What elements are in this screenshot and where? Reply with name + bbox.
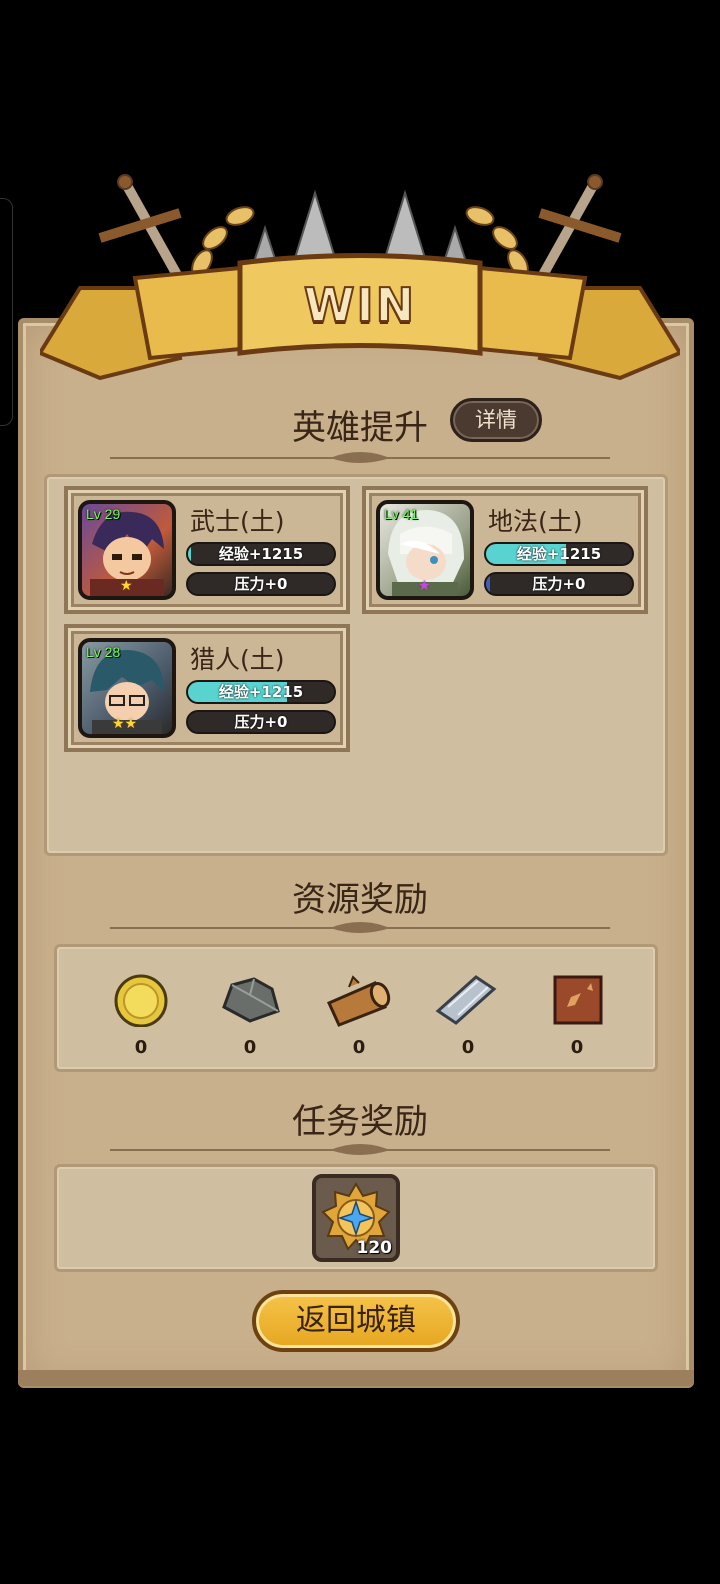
hero-section-title: 英雄提升 [292, 408, 428, 448]
wood-log-icon [327, 975, 391, 1027]
quest-reward-item[interactable]: 120 [312, 1174, 400, 1262]
exp-label: 经验+1215 [516, 545, 602, 563]
iron-ingot-icon [435, 975, 497, 1025]
resource-count: 0 [461, 1037, 475, 1058]
stress-bar: 压力+0 [484, 572, 634, 596]
panel-bottom-edge [18, 1370, 694, 1386]
leather-hide-icon [553, 975, 603, 1025]
quest-section-title: 任务奖励 [292, 1102, 428, 1142]
star-icon: ★★ [112, 716, 138, 732]
resource-count: 0 [243, 1037, 257, 1058]
stress-bar: 压力+0 [186, 710, 336, 734]
divider-ornament [110, 922, 610, 933]
divider-ornament [110, 1144, 610, 1155]
resource-item: 0 [537, 967, 617, 1058]
detail-button[interactable]: 详情 [450, 398, 542, 442]
resource-box: 0 0 0 0 0 [54, 944, 658, 1072]
hero-name: 武士(土) [190, 507, 285, 536]
exp-label: 经验+1215 [218, 683, 304, 701]
divider-ornament [110, 452, 610, 463]
resource-item: 0 [428, 967, 508, 1058]
exp-label: 经验+1215 [218, 545, 304, 563]
hero-level: Lv 29 [86, 506, 121, 522]
hero-level: Lv 41 [384, 506, 419, 522]
hero-name: 地法(土) [488, 507, 583, 536]
resource-section-title: 资源奖励 [292, 880, 428, 920]
win-banner: WIN [40, 168, 680, 398]
exp-bar: 经验+1215 [186, 680, 336, 704]
exp-bar: 经验+1215 [186, 542, 336, 566]
resource-item: 0 [210, 967, 290, 1058]
hero-portrait: Lv 28 ★★ [78, 638, 176, 738]
hero-name: 猎人(土) [190, 645, 285, 674]
hero-level: Lv 28 [86, 644, 121, 660]
hero-portrait: Lv 41 ★ [376, 500, 474, 600]
screen-edge-notch [0, 198, 13, 426]
win-title: WIN [303, 277, 417, 333]
hero-portrait: Lv 29 ★ [78, 500, 176, 600]
reward-count: 120 [356, 1238, 393, 1258]
resource-item: 0 [319, 967, 399, 1058]
star-icon: ★ [120, 578, 133, 594]
stress-label: 压力+0 [532, 575, 586, 593]
hero-card[interactable]: Lv 29 ★ 武士(土) 经验+1215 压力+0 [64, 486, 350, 614]
resource-item: 0 [101, 967, 181, 1058]
stress-label: 压力+0 [234, 575, 288, 593]
hero-card[interactable]: Lv 28 ★★ 猎人(土) 经验+1215 压力+0 [64, 624, 350, 752]
gold-coin-icon [114, 974, 168, 1028]
stone-icon [222, 977, 280, 1023]
return-to-town-button[interactable]: 返回城镇 [252, 1290, 460, 1352]
hero-card[interactable]: Lv 41 ★ 地法(土) 经验+1215 压力+0 [362, 486, 648, 614]
resource-count: 0 [352, 1037, 366, 1058]
resource-count: 0 [570, 1037, 584, 1058]
exp-bar: 经验+1215 [484, 542, 634, 566]
star-icon: ★ [418, 578, 431, 594]
stress-bar: 压力+0 [186, 572, 336, 596]
resource-count: 0 [134, 1037, 148, 1058]
stress-label: 压力+0 [234, 713, 288, 731]
